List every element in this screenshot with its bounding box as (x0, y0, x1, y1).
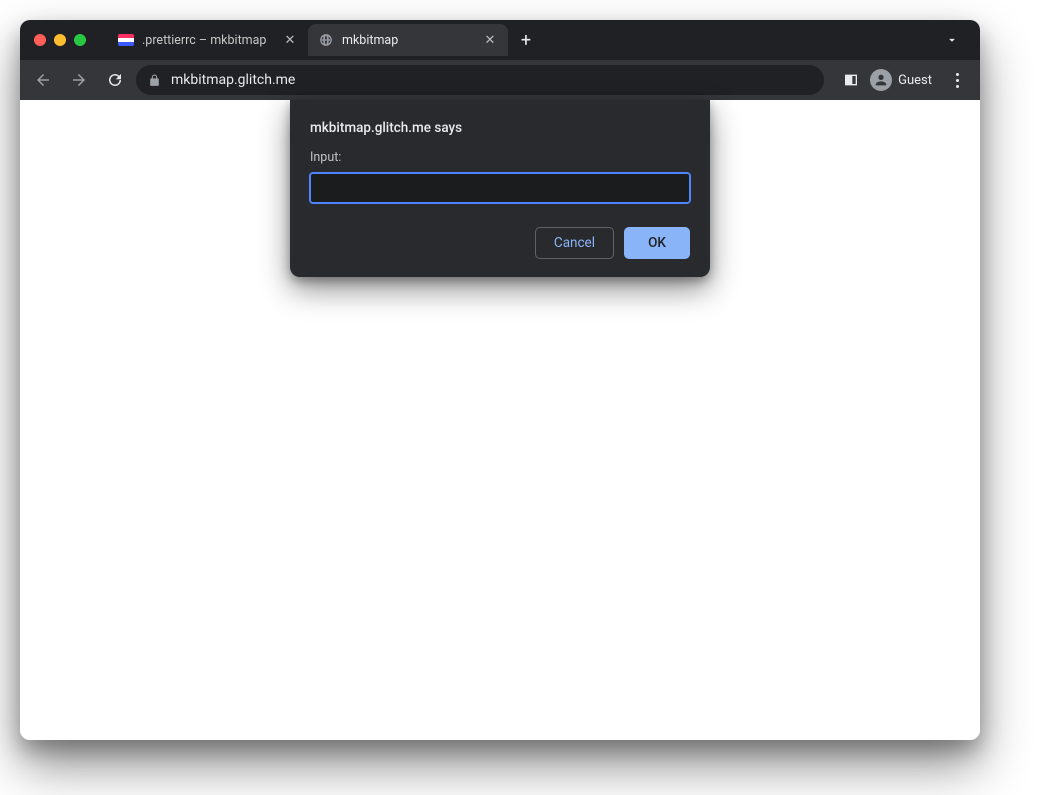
address-bar[interactable]: mkbitmap.glitch.me (136, 65, 824, 95)
profile-chip[interactable]: Guest (870, 69, 938, 91)
ok-button[interactable]: OK (624, 227, 690, 259)
browser-window: .prettierrc – mkbitmap ✕ mkbitmap ✕ + (20, 20, 980, 740)
tab-mkbitmap[interactable]: mkbitmap ✕ (308, 24, 508, 56)
glitch-favicon-icon (118, 34, 134, 46)
page-content: mkbitmap.glitch.me says Input: Cancel OK (20, 100, 980, 740)
tab-strip: .prettierrc – mkbitmap ✕ mkbitmap ✕ + (96, 20, 970, 60)
kebab-icon (956, 73, 959, 88)
dialog-title: mkbitmap.glitch.me says (310, 120, 690, 136)
dialog-input[interactable] (310, 173, 690, 203)
minimize-window-button[interactable] (54, 34, 66, 46)
dialog-label: Input: (310, 150, 690, 165)
lock-icon (148, 74, 161, 87)
side-panel-button[interactable] (836, 65, 866, 95)
titlebar: .prettierrc – mkbitmap ✕ mkbitmap ✕ + (20, 20, 980, 60)
window-controls (30, 34, 96, 46)
tab-title: mkbitmap (342, 33, 474, 48)
close-window-button[interactable] (34, 34, 46, 46)
tab-prettierrc[interactable]: .prettierrc – mkbitmap ✕ (108, 24, 308, 56)
tab-overflow-button[interactable] (938, 26, 966, 54)
maximize-window-button[interactable] (74, 34, 86, 46)
new-tab-button[interactable]: + (512, 26, 540, 54)
close-tab-icon[interactable]: ✕ (282, 33, 298, 48)
navigation-toolbar: mkbitmap.glitch.me Guest (20, 60, 980, 100)
back-button[interactable] (28, 65, 58, 95)
toolbar-right: Guest (830, 65, 972, 95)
avatar-icon (870, 69, 892, 91)
dialog-actions: Cancel OK (310, 227, 690, 259)
url-text: mkbitmap.glitch.me (171, 72, 295, 88)
tab-title: .prettierrc – mkbitmap (142, 33, 274, 48)
profile-label: Guest (898, 73, 932, 88)
globe-favicon-icon (318, 32, 334, 48)
menu-button[interactable] (942, 65, 972, 95)
reload-button[interactable] (100, 65, 130, 95)
js-prompt-dialog: mkbitmap.glitch.me says Input: Cancel OK (290, 100, 710, 277)
forward-button[interactable] (64, 65, 94, 95)
close-tab-icon[interactable]: ✕ (482, 33, 498, 48)
cancel-button[interactable]: Cancel (535, 227, 614, 259)
